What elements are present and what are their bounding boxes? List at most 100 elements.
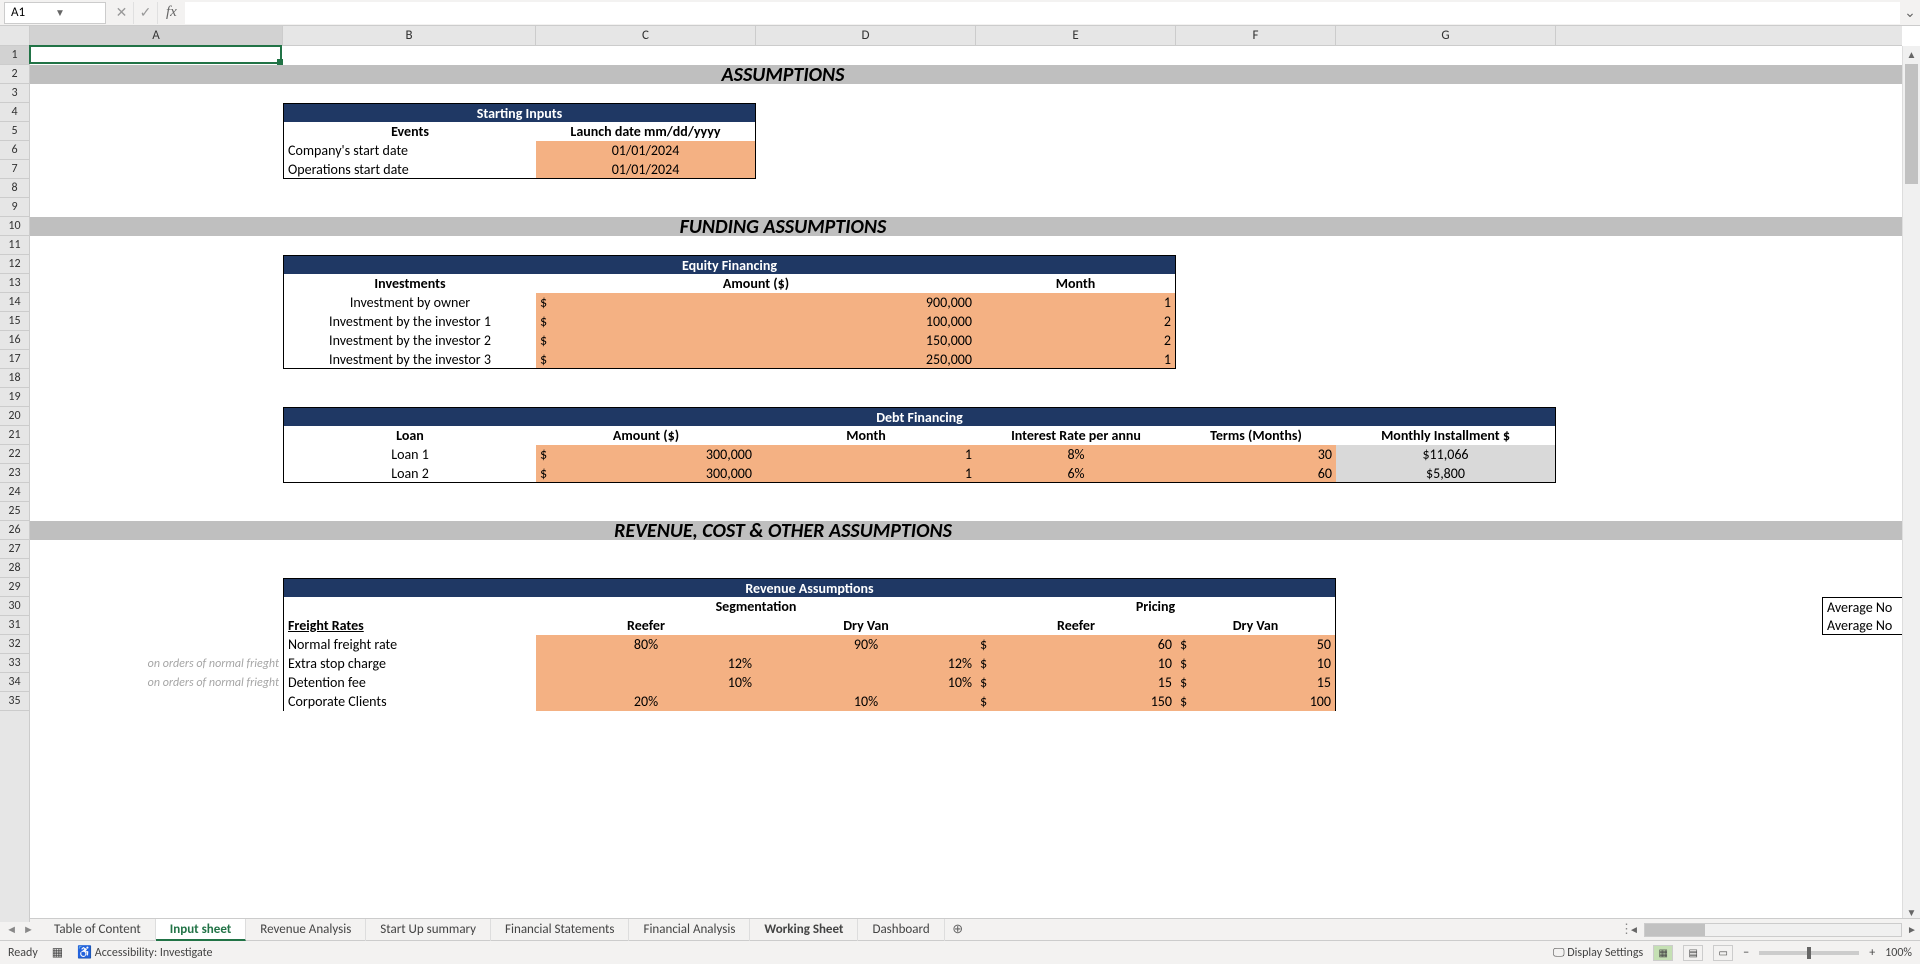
rev-preef-3[interactable]: 150	[976, 692, 1176, 711]
row-header-16[interactable]: 16	[0, 331, 29, 350]
rev-pdry-3[interactable]: 100	[1176, 692, 1336, 711]
company-start-label[interactable]: Company's start date	[283, 141, 536, 160]
row-header-8[interactable]: 8	[0, 179, 29, 198]
expand-formula-bar-icon[interactable]: ⌄	[1900, 4, 1920, 21]
column-headers[interactable]: ABCDEFG	[30, 26, 1902, 46]
row-header-35[interactable]: 35	[0, 692, 29, 711]
events-header[interactable]: Events	[283, 122, 536, 141]
add-sheet-icon[interactable]: ⊕	[945, 922, 971, 937]
row-header-4[interactable]: 4	[0, 103, 29, 122]
equity-dollar-1[interactable]: $	[536, 312, 554, 331]
equity-label-1[interactable]: Investment by the investor 1	[283, 312, 536, 331]
loan-h[interactable]: Loan	[283, 426, 536, 445]
investments-header[interactable]: Investments	[283, 274, 536, 293]
row-header-14[interactable]: 14	[0, 293, 29, 312]
loan-amt-1[interactable]: 300,000	[536, 464, 756, 483]
rev-pdry-0[interactable]: 50	[1176, 635, 1336, 654]
loan-mo-1[interactable]: 1	[756, 464, 976, 483]
tab-nav[interactable]: ◄►	[0, 923, 40, 936]
view-page-layout-icon[interactable]: ▤	[1683, 945, 1703, 961]
row-header-9[interactable]: 9	[0, 198, 29, 217]
note-2[interactable]: on orders of normal frieght	[30, 673, 283, 692]
select-all-corner[interactable]	[0, 26, 30, 46]
section-assumptions[interactable]: ASSUMPTIONS	[30, 65, 1536, 84]
view-page-break-icon[interactable]: ▭	[1713, 945, 1733, 961]
dryvan-h1[interactable]: Dry Van	[756, 616, 976, 635]
rev-label-2[interactable]: Detention fee	[283, 673, 536, 692]
rev-preef-0[interactable]: 60	[976, 635, 1176, 654]
company-start-val[interactable]: 01/01/2024	[536, 141, 756, 160]
rev-sdry-2[interactable]: 10%	[756, 673, 976, 692]
ops-start-val[interactable]: 01/01/2024	[536, 160, 756, 179]
rev-d1-0[interactable]: $	[976, 635, 994, 654]
zoom-slider[interactable]	[1759, 951, 1859, 955]
row-header-6[interactable]: 6	[0, 141, 29, 160]
row-header-10[interactable]: 10	[0, 217, 29, 236]
rev-d2-3[interactable]: $	[1176, 692, 1194, 711]
rev-preef-1[interactable]: 10	[976, 654, 1176, 673]
avg-no-2[interactable]: Average No	[1822, 616, 1902, 635]
tab-revenue-analysis[interactable]: Revenue Analysis	[246, 919, 366, 941]
equity-amt-1[interactable]: 100,000	[536, 312, 976, 331]
rev-sdry-3[interactable]: 10%	[756, 692, 976, 711]
rev-title[interactable]: Revenue Assumptions	[283, 578, 1336, 597]
equity-month-3[interactable]: 1	[976, 350, 1176, 369]
fx-icon[interactable]: fx	[158, 4, 185, 21]
row-header-32[interactable]: 32	[0, 635, 29, 654]
amount-h[interactable]: Amount ($)	[536, 426, 756, 445]
loan-label-1[interactable]: Loan 2	[283, 464, 536, 483]
equity-title[interactable]: Equity Financing	[283, 255, 1176, 274]
tab-financial-analysis[interactable]: Financial Analysis	[629, 919, 750, 941]
loan-amt-0[interactable]: 300,000	[536, 445, 756, 464]
row-header-2[interactable]: 2	[0, 65, 29, 84]
launch-date-header[interactable]: Launch date mm/dd/yyyy	[536, 122, 756, 141]
col-header-C[interactable]: C	[536, 26, 756, 45]
equity-label-2[interactable]: Investment by the investor 2	[283, 331, 536, 350]
dryvan-h2[interactable]: Dry Van	[1176, 616, 1336, 635]
tab-working-sheet[interactable]: Working Sheet	[750, 919, 858, 941]
row-header-3[interactable]: 3	[0, 84, 29, 103]
tab-financial-statements[interactable]: Financial Statements	[491, 919, 629, 941]
row-header-18[interactable]: 18	[0, 369, 29, 388]
tab-dashboard[interactable]: Dashboard	[858, 919, 944, 941]
row-header-28[interactable]: 28	[0, 559, 29, 578]
equity-month-2[interactable]: 2	[976, 331, 1176, 350]
rev-label-3[interactable]: Corporate Clients	[283, 692, 536, 711]
equity-dollar-3[interactable]: $	[536, 350, 554, 369]
amount-header[interactable]: Amount ($)	[536, 274, 976, 293]
month-header[interactable]: Month	[976, 274, 1176, 293]
rev-sdry-1[interactable]: 12%	[756, 654, 976, 673]
row-header-17[interactable]: 17	[0, 350, 29, 369]
zoom-in-icon[interactable]: +	[1869, 946, 1875, 960]
tab-input-sheet[interactable]: Input sheet	[156, 919, 247, 941]
macro-record-icon[interactable]: ▦	[52, 945, 63, 960]
loan-term-1[interactable]: 60	[1176, 464, 1336, 483]
loan-inst-1[interactable]: $5,800	[1336, 464, 1556, 483]
col-header-A[interactable]: A	[30, 26, 283, 45]
tab-start-up-summary[interactable]: Start Up summary	[366, 919, 491, 941]
rev-d1-2[interactable]: $	[976, 673, 994, 692]
reefer-h2[interactable]: Reefer	[976, 616, 1176, 635]
loan-term-0[interactable]: 30	[1176, 445, 1336, 464]
rev-d1-3[interactable]: $	[976, 692, 994, 711]
rev-sreef-0[interactable]: 80%	[536, 635, 756, 654]
rev-sreef-1[interactable]: 12%	[536, 654, 756, 673]
row-header-24[interactable]: 24	[0, 483, 29, 502]
section-revenue[interactable]: REVENUE, COST & OTHER ASSUMPTIONS	[30, 521, 1536, 540]
row-header-29[interactable]: 29	[0, 578, 29, 597]
row-header-12[interactable]: 12	[0, 255, 29, 274]
loan-dollar-0[interactable]: $	[536, 445, 554, 464]
equity-month-1[interactable]: 2	[976, 312, 1176, 331]
col-header-B[interactable]: B	[283, 26, 536, 45]
rev-d2-0[interactable]: $	[1176, 635, 1194, 654]
row-header-11[interactable]: 11	[0, 236, 29, 255]
row-header-1[interactable]: 1	[0, 46, 29, 65]
col-header-D[interactable]: D	[756, 26, 976, 45]
row-header-34[interactable]: 34	[0, 673, 29, 692]
rev-label-1[interactable]: Extra stop charge	[283, 654, 536, 673]
loan-rate-0[interactable]: 8%	[976, 445, 1176, 464]
rev-pdry-1[interactable]: 10	[1176, 654, 1336, 673]
loan-rate-1[interactable]: 6%	[976, 464, 1176, 483]
col-header-E[interactable]: E	[976, 26, 1176, 45]
row-header-23[interactable]: 23	[0, 464, 29, 483]
